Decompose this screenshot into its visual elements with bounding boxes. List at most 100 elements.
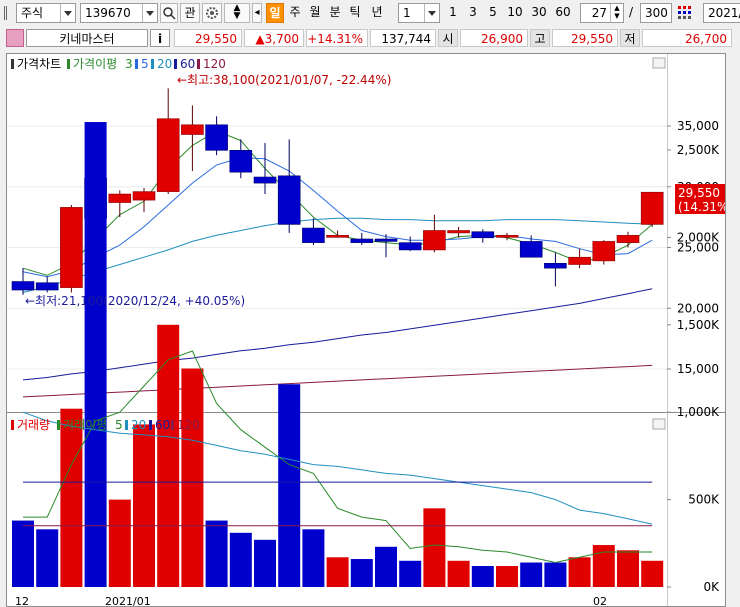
candle-body [132,191,156,201]
quick-interval-60[interactable]: 60 [552,3,574,23]
chevron-down-icon[interactable] [60,4,75,22]
price-ma-period-3: 3 [125,57,133,71]
volume-ma-period-120: 120 [177,418,200,432]
candle-body [350,238,374,243]
candle-body [35,282,59,291]
prev-button[interactable]: ◂ [252,3,262,23]
candle-body [181,124,204,135]
candle-body [229,150,253,173]
open-label: 시 [438,29,458,47]
low-annotation: ←최저:21,100(2020/12/24, +40.05%) [25,294,245,308]
volume-bar [375,546,397,587]
candle-body [277,175,301,225]
code-input-value: 139670 [85,6,131,20]
legend-marker [11,59,14,69]
volume-bar [641,560,664,587]
period-month[interactable]: 월 [306,3,324,23]
price-legend-ma-label: 가격이평 [73,57,117,71]
price-ma-period-5: 5 [141,57,149,71]
volume-bar [181,368,204,587]
low-label: 저 [620,29,640,47]
candle-body [11,281,35,291]
interval-select[interactable]: 1 [398,3,440,23]
volume-bar [12,520,34,587]
candle-body [640,191,664,225]
volume-tick-label: 500K [688,493,720,507]
price-tick-label: 20,000 [677,301,719,315]
date-input[interactable]: 2021/0 [703,3,740,23]
open-value: 26,900 [460,29,528,47]
market-select-value: 주식 [21,6,44,20]
chevron-down-icon[interactable] [142,4,157,22]
candle-body [108,193,132,203]
x-axis-labels: 12 2021/01 02 [15,595,607,606]
count-input[interactable]: 27 ▲ ▼ [580,3,624,23]
candle-body [60,207,83,288]
period-year[interactable]: 년 [366,3,388,23]
volume-bar [617,550,639,587]
pink-tag-icon[interactable] [6,29,24,47]
legend-marker [135,59,138,69]
change-rate-value: +14.31% [306,29,368,47]
info-button[interactable]: i [150,29,170,47]
period-minute[interactable]: 분 [326,3,344,23]
code-input[interactable]: 139670 [80,3,158,23]
quick-interval-10[interactable]: 10 [504,3,526,23]
interval-select-value: 1 [403,6,411,20]
volume-bar [350,559,373,587]
volume-bar [544,562,567,587]
search-button[interactable] [160,3,178,23]
grid-toggle-icon[interactable] [676,4,694,22]
volume-bar [423,508,446,587]
volume-bar [471,566,494,587]
search-icon [163,7,176,20]
quick-interval-30[interactable]: 30 [528,3,550,23]
legend-marker [11,420,14,430]
quick-interval-3[interactable]: 3 [464,3,482,23]
stepper-button[interactable]: ▲ ▼ [224,3,250,23]
quick-interval-1[interactable]: 1 [444,3,462,23]
candle-body [544,262,567,269]
volume-bar [278,384,301,587]
volume-bar [447,560,470,587]
volume-ma-period-60: 60 [155,418,170,432]
price-tag-price: 29,550 [678,186,720,200]
candle-body [447,230,470,234]
interest-button[interactable]: 관 [180,3,200,23]
volume-legend-ma-label: 거래이평 [63,418,107,432]
price-ma-period-120: 120 [203,57,226,71]
price-ma-period-20: 20 [157,57,172,71]
company-name[interactable]: 키네마스터 [26,29,148,47]
volume-bar [157,324,180,587]
settings-button[interactable] [202,3,222,23]
candle-body [302,227,325,243]
x-axis-label: 02 [593,595,607,606]
chart-svg[interactable]: 15,00020,00025,00030,00035,000 0K500K1,0… [7,54,725,606]
count-spinner[interactable]: ▲ ▼ [610,4,623,22]
volume-ma-period-5: 5 [115,418,123,432]
volume-bar [496,566,518,587]
count-separator: / [629,5,634,19]
volume-bar [133,424,155,587]
quick-interval-5[interactable]: 5 [484,3,502,23]
chevron-down-icon[interactable] [424,4,439,22]
count-input-value: 27 [591,6,607,20]
pane-maximize-icon[interactable] [652,418,666,430]
volume-legend: 거래량 거래이평 5 20 60 120 [11,418,200,432]
candle-body [495,235,519,238]
volume-value: 137,744 [370,29,436,47]
count-total-input[interactable]: 300 [640,3,672,23]
candle-body [398,242,422,251]
candle-body [205,124,228,151]
period-week[interactable]: 주 [286,3,304,23]
volume-bar [326,557,349,587]
price-pane[interactable] [7,54,725,412]
legend-marker [57,420,60,430]
market-select[interactable]: 주식 [16,3,76,23]
volume-bar [399,560,422,587]
pane-maximize-icon[interactable] [652,57,666,69]
chart-panel[interactable]: 15,00020,00025,00030,00035,000 0K500K1,0… [6,53,726,607]
period-day[interactable]: 일 [266,3,284,23]
legend-marker [67,59,70,69]
period-tick[interactable]: 틱 [346,3,364,23]
